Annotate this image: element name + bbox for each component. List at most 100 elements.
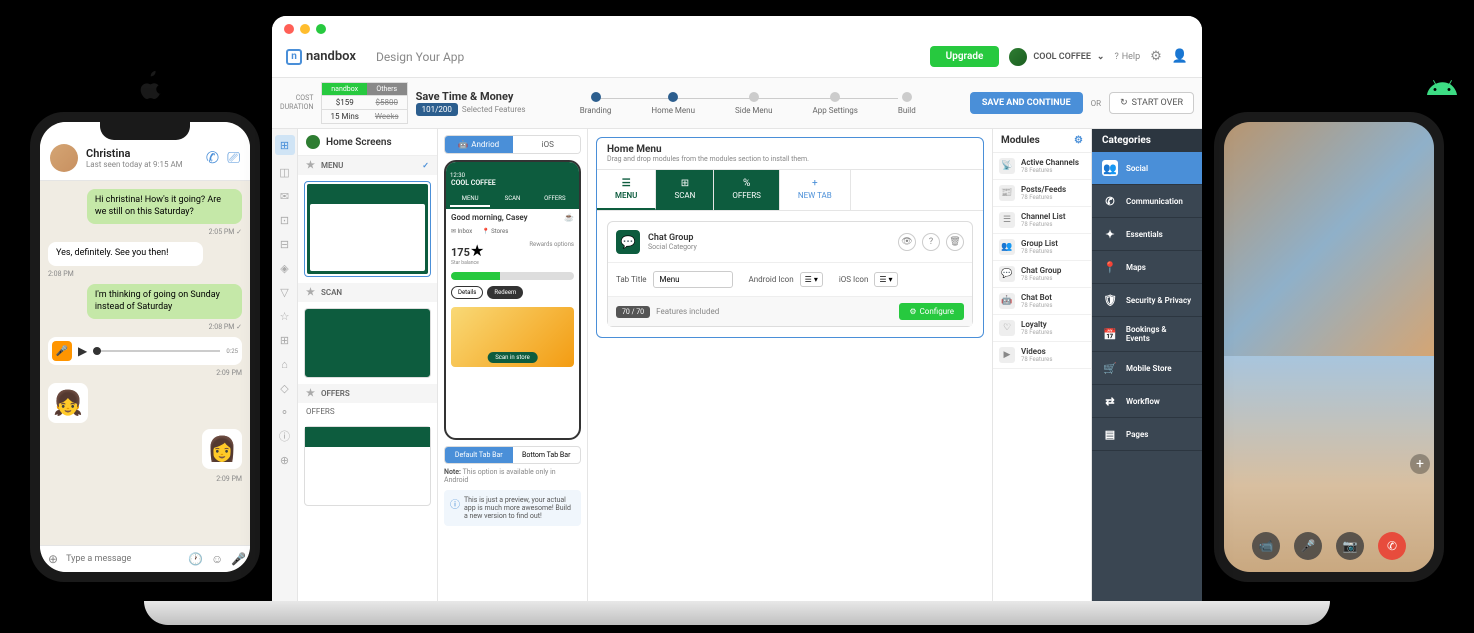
minimize-icon[interactable] — [300, 24, 310, 34]
category-essentials[interactable]: ✦Essentials — [1092, 218, 1202, 251]
step-branding[interactable]: Branding — [580, 92, 612, 115]
preview-tab[interactable]: OFFERS — [535, 192, 575, 207]
tab-title-input[interactable] — [653, 271, 733, 288]
rail-icon[interactable]: ⊟ — [278, 237, 292, 251]
phone-icon[interactable]: ✆ — [206, 148, 219, 168]
filter-icon[interactable]: ⚙ — [1074, 135, 1083, 146]
save-continue-button[interactable]: SAVE AND CONTINUE — [970, 92, 1083, 114]
delete-icon[interactable]: 🗑 — [946, 233, 964, 251]
redeem-button[interactable]: Redeem — [487, 286, 523, 299]
rail-icon[interactable]: ☆ — [278, 309, 292, 323]
screen-thumbnail[interactable] — [304, 181, 431, 277]
rail-icon[interactable]: ◫ — [278, 165, 292, 179]
start-over-button[interactable]: ↻START OVER — [1109, 92, 1194, 114]
add-participant-button[interactable]: + — [1410, 454, 1430, 474]
module-item[interactable]: 💬Chat Group78 Features — [993, 261, 1091, 288]
preview-tab[interactable]: MENU — [450, 192, 490, 207]
module-item[interactable]: 📡Active Channels78 Features — [993, 153, 1091, 180]
help-icon[interactable]: ? — [922, 233, 940, 251]
help-link[interactable]: ?Help — [1114, 52, 1140, 62]
module-item[interactable]: ▶Videos78 Features — [993, 342, 1091, 369]
screen-thumbnail[interactable] — [304, 308, 431, 378]
video-icon[interactable]: ⎚ — [227, 148, 240, 168]
android-icon-select[interactable]: ☰ ▾ — [800, 272, 823, 287]
category-social[interactable]: 👥Social — [1092, 152, 1202, 185]
config-title: Home Menu — [607, 144, 973, 155]
plus-icon: + — [812, 178, 818, 189]
tab-android[interactable]: 🤖Andriod — [445, 136, 513, 153]
category-communication[interactable]: ✆Communication — [1092, 185, 1202, 218]
bottom-tab-option[interactable]: Bottom Tab Bar — [513, 447, 581, 463]
play-icon[interactable]: ▶ — [78, 344, 87, 358]
details-button[interactable]: Details — [451, 286, 483, 299]
section-menu[interactable]: ★MENU✓ — [298, 156, 437, 175]
rail-icon[interactable]: ▽ — [278, 285, 292, 299]
end-call-button[interactable]: ✆ — [1378, 532, 1406, 560]
chat-icon: 💬 — [999, 266, 1015, 282]
config-tab-scan[interactable]: ⊞SCAN — [656, 170, 714, 210]
config-tab-offers[interactable]: %OFFERS — [714, 170, 780, 210]
rail-icon[interactable]: ⊞ — [278, 333, 292, 347]
rail-icon[interactable]: ⊕ — [278, 453, 292, 467]
rail-icon[interactable]: ⚬ — [278, 405, 292, 419]
profile-icon[interactable]: 👤 — [1172, 49, 1188, 64]
rail-icon[interactable]: ◇ — [278, 381, 292, 395]
module-item[interactable]: 👥Group List78 Features — [993, 234, 1091, 261]
clock-icon[interactable]: 🕐 — [188, 552, 203, 566]
step-app-settings[interactable]: App Settings — [813, 92, 858, 115]
step-home-menu[interactable]: Home Menu — [651, 92, 695, 115]
screens-panel: Home Screens ★MENU✓ ★SCAN ★OFFERS OFFERS — [298, 129, 438, 606]
maximize-icon[interactable] — [316, 24, 326, 34]
emoji-icon[interactable]: ☺ — [211, 552, 223, 566]
page-icon: ▤ — [1102, 426, 1118, 442]
camera-off-icon[interactable]: 📹 — [1252, 532, 1280, 560]
category-workflow[interactable]: ⇄Workflow — [1092, 385, 1202, 418]
attach-icon[interactable]: ⊕ — [48, 552, 58, 566]
module-item[interactable]: 📰Posts/Feeds78 Features — [993, 180, 1091, 207]
chat-group-icon: 💬 — [616, 230, 640, 254]
step-side-menu[interactable]: Side Menu — [735, 92, 773, 115]
configure-button[interactable]: ⚙Configure — [899, 303, 964, 320]
category-store[interactable]: 🛒Mobile Store — [1092, 352, 1202, 385]
rail-icon[interactable]: ⊡ — [278, 213, 292, 227]
rail-icon[interactable]: ⌂ — [278, 357, 292, 371]
default-tab-option[interactable]: Default Tab Bar — [445, 447, 513, 463]
brand-logo[interactable]: nnandbox — [286, 49, 356, 65]
rail-icon[interactable]: ✉ — [278, 189, 292, 203]
category-pages[interactable]: ▤Pages — [1092, 418, 1202, 451]
flip-camera-icon[interactable]: 📷 — [1336, 532, 1364, 560]
view-icon[interactable]: 👁 — [898, 233, 916, 251]
category-maps[interactable]: 📍Maps — [1092, 251, 1202, 284]
rail-icon[interactable]: ◈ — [278, 261, 292, 275]
section-scan[interactable]: ★SCAN — [298, 283, 437, 302]
section-offers[interactable]: ★OFFERS — [298, 384, 437, 403]
tab-ios[interactable]: iOS — [513, 136, 581, 153]
rail-layout-icon[interactable]: ⊞ — [275, 135, 295, 155]
mute-icon[interactable]: 🎤 — [1294, 532, 1322, 560]
app-icon — [306, 135, 320, 149]
preview-tab[interactable]: SCAN — [492, 192, 532, 207]
module-item[interactable]: ☰Channel List78 Features — [993, 207, 1091, 234]
rail-icon[interactable]: ⓘ — [278, 429, 292, 443]
upgrade-button[interactable]: Upgrade — [930, 46, 1000, 67]
scan-button[interactable]: Scan in store — [487, 352, 538, 363]
help-icon: ? — [1114, 52, 1118, 62]
gear-icon[interactable]: ⚙ — [1150, 49, 1162, 64]
mic-icon[interactable]: 🎤 — [231, 552, 246, 566]
module-item[interactable]: ♡Loyalty78 Features — [993, 315, 1091, 342]
module-item[interactable]: 🤖Chat Bot78 Features — [993, 288, 1091, 315]
close-icon[interactable] — [284, 24, 294, 34]
voice-message[interactable]: 🎤 ▶ 0:25 — [48, 337, 242, 365]
android-logo — [1422, 78, 1462, 108]
video-icon: ▶ — [999, 347, 1015, 363]
flow-icon: ⇄ — [1102, 393, 1118, 409]
user-menu[interactable]: COOL COFFEE⌄ — [1009, 48, 1104, 66]
category-bookings[interactable]: 📅Bookings & Events — [1092, 317, 1202, 352]
config-tab-menu[interactable]: ☰MENU — [597, 170, 656, 210]
screen-thumbnail[interactable] — [304, 426, 431, 506]
config-tab-new[interactable]: +NEW TAB — [780, 170, 851, 210]
ios-icon-select[interactable]: ☰ ▾ — [874, 272, 897, 287]
message-input[interactable] — [66, 554, 180, 564]
step-build[interactable]: Build — [898, 92, 916, 115]
category-security[interactable]: 🛡Security & Privacy — [1092, 284, 1202, 317]
